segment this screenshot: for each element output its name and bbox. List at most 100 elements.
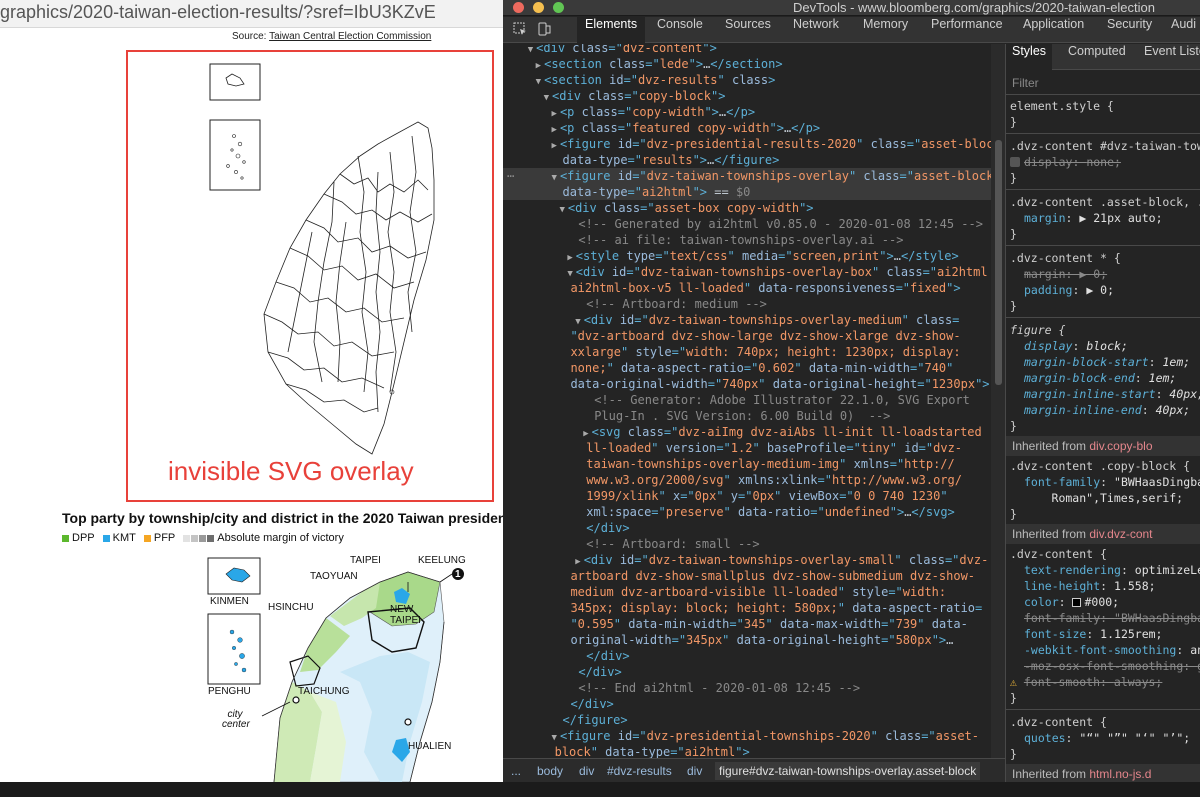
style-declaration[interactable]: padding: ▶ 0; xyxy=(1010,282,1200,298)
dom-tree-line[interactable]: <!-- Generator: Adobe Illustrator 22.1.0… xyxy=(503,392,991,408)
property-name[interactable]: font-size xyxy=(1024,627,1086,641)
collapse-arrow-icon[interactable]: ▼ xyxy=(528,45,533,55)
dom-tree-line[interactable]: ▶ <section class="lede">…</section> xyxy=(503,56,991,72)
property-name[interactable]: padding xyxy=(1024,283,1072,297)
breadcrumb-item[interactable]: body xyxy=(537,764,563,778)
style-declaration[interactable]: font-size: 1.125rem; xyxy=(1010,626,1200,642)
tab-memory[interactable]: Memory xyxy=(855,17,916,43)
rule-selector[interactable]: figure { xyxy=(1010,322,1200,338)
inherited-link[interactable]: div.dvz-cont xyxy=(1089,527,1152,541)
breadcrumb-item[interactable]: div xyxy=(687,764,702,778)
dom-tree-line[interactable]: ▼ <div class="asset-box copy-width"> xyxy=(503,200,991,216)
property-name[interactable]: font-family xyxy=(1024,611,1100,625)
collapse-arrow-icon[interactable]: ▼ xyxy=(559,205,564,215)
property-value[interactable]: 40px; xyxy=(1169,387,1200,401)
property-value[interactable]: always; xyxy=(1114,675,1162,689)
style-declaration[interactable]: font-family: "BWHaasDingba xyxy=(1010,610,1200,626)
property-name[interactable]: font-family xyxy=(1024,475,1100,489)
property-name[interactable]: margin xyxy=(1024,267,1066,281)
property-value[interactable]: 40px; xyxy=(1156,403,1191,417)
dom-tree-line[interactable]: </div> xyxy=(503,696,991,712)
rule-selector[interactable]: .dvz-content #dvz-taiwan-town xyxy=(1010,138,1200,154)
dom-tree-line[interactable]: <!-- Generated by ai2html v0.85.0 - 2020… xyxy=(503,216,991,232)
tab-console[interactable]: Console xyxy=(649,17,711,43)
dom-tree-line[interactable]: <!-- End ai2html - 2020-01-08 12:45 --> xyxy=(503,680,991,696)
dom-tree-line[interactable]: "0.595" data-min-width="345" data-max-wi… xyxy=(503,616,991,632)
dom-tree-line[interactable]: www.w3.org/2000/svg" xmlns:xlink="http:/… xyxy=(503,472,991,488)
rule-selector[interactable]: .dvz-content .copy-block { xyxy=(1010,458,1200,474)
maximize-window-icon[interactable] xyxy=(553,2,564,13)
dom-tree-line[interactable]: <!-- Artboard: small --> xyxy=(503,536,991,552)
rule-selector[interactable]: .dvz-content { xyxy=(1010,546,1200,562)
color-swatch[interactable] xyxy=(1072,598,1082,607)
tab-performance[interactable]: Performance xyxy=(923,17,1011,43)
rule-selector[interactable]: element.style { xyxy=(1010,98,1200,114)
dom-tree-line[interactable]: Plug-In . SVG Version: 6.00 Build 0) --> xyxy=(503,408,991,424)
dom-tree-line[interactable]: ▶ <figure id="dvz-presidential-results-20… xyxy=(503,136,991,152)
dom-tree-line[interactable]: data-original-width="740px" data-origina… xyxy=(503,376,991,392)
style-declaration[interactable]: margin-inline-end: 40px; xyxy=(1010,402,1200,418)
property-name[interactable]: display xyxy=(1024,339,1072,353)
dom-tree-line[interactable]: data-type="results">…</figure> xyxy=(503,152,991,168)
style-declaration[interactable]: margin-block-start: 1em; xyxy=(1010,354,1200,370)
dom-tree-line[interactable]: ▶ <svg class="dvz-aiImg dvz-aiAbs ll-init… xyxy=(503,424,991,440)
expand-arrow-icon[interactable]: ▶ xyxy=(552,125,557,135)
selector-text[interactable]: element.style { xyxy=(1010,99,1114,113)
property-name[interactable]: margin-block-end xyxy=(1024,371,1135,385)
dom-tree-line[interactable]: artboard dvz-show-smallplus dvz-show-sub… xyxy=(503,568,991,584)
expand-arrow-icon[interactable]: ▶ xyxy=(536,61,541,71)
inherited-link[interactable]: div.copy-blo xyxy=(1089,439,1152,453)
dom-tree-line[interactable]: original-width="345px" data-original-hei… xyxy=(503,632,991,648)
dom-tree-line[interactable]: <!-- Artboard: medium --> xyxy=(503,296,991,312)
tab-audits[interactable]: Audi xyxy=(1163,17,1200,43)
breadcrumb-item[interactable]: figure#dvz-taiwan-townships-overlay.asse… xyxy=(715,762,981,780)
property-value[interactable]: #000; xyxy=(1084,595,1119,609)
style-declaration[interactable]: quotes: "“" "”" "‘" "’"; xyxy=(1010,730,1200,746)
tab-security[interactable]: Security xyxy=(1099,17,1160,43)
property-value[interactable]: "“" "”" "‘" "’"; xyxy=(1079,731,1190,745)
dom-tree-line[interactable]: </div> xyxy=(503,664,991,680)
style-declaration[interactable]: margin: ▶ 0; xyxy=(1010,266,1200,282)
selector-text[interactable]: .dvz-content { xyxy=(1010,547,1107,561)
tab-network[interactable]: Network xyxy=(785,17,847,43)
style-declaration[interactable]: -moz-osx-font-smoothing: g xyxy=(1010,658,1200,674)
elements-scroll-thumb[interactable] xyxy=(995,140,1002,385)
dom-tree-line[interactable]: medium dvz-artboard-visible ll-loaded" s… xyxy=(503,584,991,600)
tab-application[interactable]: Application xyxy=(1015,17,1092,43)
selector-text[interactable]: .dvz-content { xyxy=(1010,715,1107,729)
style-declaration[interactable]: -webkit-font-smoothing: an xyxy=(1010,642,1200,658)
dom-tree-line[interactable]: ▼ <div id="dvz-taiwan-townships-overlay-b… xyxy=(503,264,991,280)
dom-tree-line[interactable]: xxlarge" style="width: 740px; height: 12… xyxy=(503,344,991,360)
property-name[interactable]: quotes xyxy=(1024,731,1066,745)
property-value[interactable]: optimizeLe xyxy=(1135,563,1200,577)
dom-tree-line[interactable]: ▶ <div id="dvz-taiwan-townships-overlay-s… xyxy=(503,552,991,568)
style-declaration[interactable]: ⚠ font-smooth: always; xyxy=(1010,674,1200,690)
device-toolbar-icon[interactable] xyxy=(537,22,551,36)
inherited-link[interactable]: html.no-js.d xyxy=(1089,767,1151,781)
dom-tree-line[interactable]: </div> xyxy=(503,520,991,536)
style-declaration[interactable]: margin: ▶ 21px auto; xyxy=(1010,210,1200,226)
dom-tree-line[interactable]: ▶ <style type="text/css" media="screen,pr… xyxy=(503,248,991,264)
property-value[interactable]: ▶ 21px auto; xyxy=(1079,211,1162,225)
selector-text[interactable]: .dvz-content #dvz-taiwan-town xyxy=(1010,139,1200,153)
dom-tree-line[interactable]: taiwan-townships-overlay-medium-img" xml… xyxy=(503,456,991,472)
breadcrumb-item[interactable]: div xyxy=(579,764,594,778)
style-declaration[interactable]: margin-inline-start: 40px; xyxy=(1010,386,1200,402)
expand-arrow-icon[interactable]: ▶ xyxy=(552,141,557,151)
elements-scrollbar[interactable] xyxy=(991,44,1005,758)
selector-text[interactable]: .dvz-content .asset-block, .d xyxy=(1010,195,1200,209)
property-value[interactable]: "BWHaasDingba xyxy=(1114,475,1200,489)
property-value[interactable]: ▶ 0; xyxy=(1079,267,1107,281)
rule-selector[interactable]: .dvz-content * { xyxy=(1010,250,1200,266)
dom-tree-line[interactable]: </div> xyxy=(503,648,991,664)
tab-elements[interactable]: Elements xyxy=(577,17,646,43)
address-bar[interactable]: graphics/2020-taiwan-election-results/?s… xyxy=(0,0,503,28)
dom-tree-line[interactable]: xml:space="preserve" data-ratio="undefin… xyxy=(503,504,991,520)
dom-tree-line[interactable]: ▼ <figure id="dvz-presidential-townships-… xyxy=(503,728,991,744)
collapse-arrow-icon[interactable]: ▼ xyxy=(575,317,580,327)
selector-text[interactable]: .dvz-content * { xyxy=(1010,251,1121,265)
minimize-window-icon[interactable] xyxy=(533,2,544,13)
dom-tree-line[interactable]: </figure> xyxy=(503,712,991,728)
dom-tree-line[interactable]: 345px; display: block; height: 580px;" d… xyxy=(503,600,991,616)
style-declaration[interactable]: text-rendering: optimizeLe xyxy=(1010,562,1200,578)
